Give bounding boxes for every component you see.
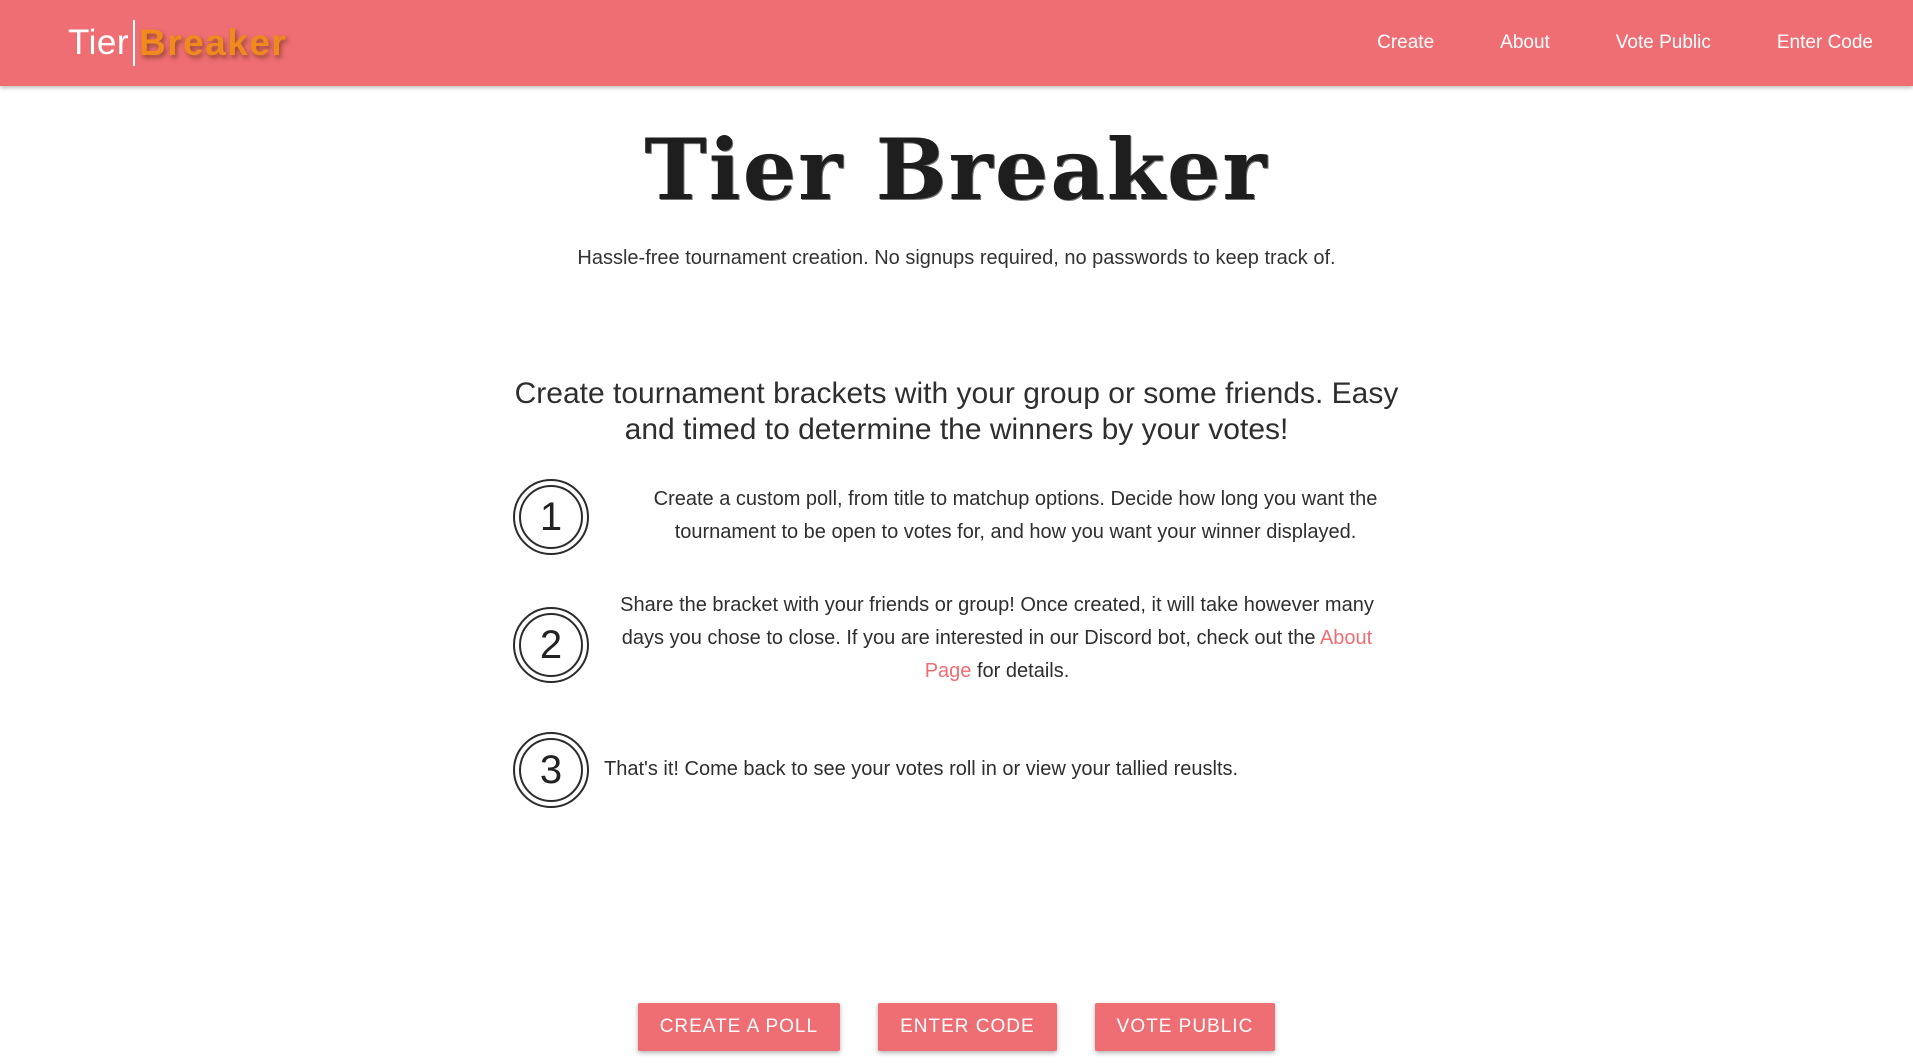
step-3-circle-icon: 3 [513, 732, 589, 808]
step-2: 2 Share the bracket with your friends or… [513, 594, 1393, 683]
nav-link-about[interactable]: About [1467, 32, 1583, 54]
step-2-text-main: Share the bracket with your friends or g… [620, 594, 1374, 649]
brand-logo-tier: Tier [68, 23, 129, 62]
step-3-text: That's it! Come back to see your votes r… [604, 758, 1239, 780]
brand-logo-breaker: Breaker [138, 22, 288, 63]
top-navbar: Tier Breaker Create About Vote Public En… [0, 0, 1913, 86]
page-title: Tier Breaker [644, 120, 1269, 219]
step-3: 3 That's it! Come back to see your votes… [513, 732, 1393, 808]
step-2-number: 2 [539, 623, 563, 667]
nav-link-enter-code[interactable]: Enter Code [1744, 32, 1913, 54]
nav-link-vote-public[interactable]: Vote Public [1583, 32, 1744, 54]
step-2-circle-icon: 2 [513, 607, 589, 683]
step-1-circle-icon: 1 [513, 479, 589, 555]
intro-text: Create tournament brackets with your gro… [514, 377, 1399, 446]
step-1-number: 1 [539, 495, 563, 539]
create-poll-button[interactable]: CREATE A POLL [637, 1003, 841, 1051]
step-2-text: Share the bracket with your friends or g… [601, 589, 1393, 688]
step-3-number: 3 [539, 748, 563, 792]
vote-public-button[interactable]: VOTE PUBLIC [1094, 1003, 1276, 1051]
step-1: 1 Create a custom poll, from title to ma… [513, 479, 1393, 555]
enter-code-button[interactable]: ENTER CODE [878, 1003, 1057, 1051]
brand-logo-divider [132, 20, 135, 66]
step-2-text-end: for details. [977, 660, 1070, 682]
nav-link-create[interactable]: Create [1344, 32, 1467, 54]
nav-links: Create About Vote Public Enter Code [1344, 0, 1913, 86]
brand-logo[interactable]: Tier Breaker [68, 18, 287, 68]
step-1-text: Create a custom poll, from title to matc… [653, 488, 1378, 543]
tagline: Hassle-free tournament creation. No sign… [577, 247, 1336, 269]
action-buttons: CREATE A POLL ENTER CODE VOTE PUBLIC [0, 1003, 1913, 1051]
